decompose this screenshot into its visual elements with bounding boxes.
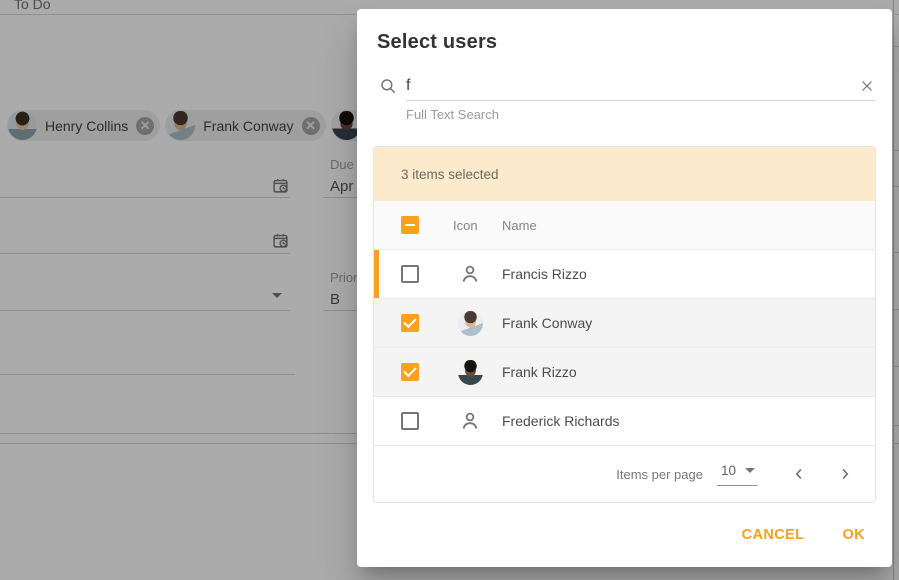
page-size-select[interactable]: 10 [717, 463, 757, 486]
table-header: Icon Name [374, 201, 875, 250]
search-input[interactable] [406, 77, 858, 95]
row-checkbox[interactable] [401, 314, 419, 332]
chevron-down-icon [745, 468, 755, 473]
user-list-card: 3 items selected Icon Name Francis Rizzo [373, 146, 876, 503]
cancel-button[interactable]: CANCEL [742, 527, 805, 543]
user-name: Frank Rizzo [494, 364, 577, 380]
dialog-footer: CANCEL OK [357, 503, 892, 567]
row-checkbox[interactable] [401, 363, 419, 381]
search-row [379, 71, 876, 101]
page-size-value: 10 [721, 463, 736, 478]
row-checkbox[interactable] [401, 265, 419, 283]
person-icon [458, 262, 482, 286]
user-name: Frank Conway [494, 315, 592, 331]
clear-search-icon[interactable] [858, 77, 876, 95]
select-users-dialog: Select users Full Text Search 3 items se… [357, 9, 892, 567]
items-per-page-label: Items per page [616, 467, 703, 482]
row-checkbox[interactable] [401, 412, 419, 430]
user-name: Frederick Richards [494, 413, 619, 429]
table-row[interactable]: Frank Conway [374, 299, 875, 348]
table-row[interactable]: Francis Rizzo [374, 250, 875, 299]
table-row[interactable]: Frederick Richards [374, 397, 875, 446]
previous-page-button[interactable] [787, 462, 811, 486]
select-all-checkbox[interactable] [401, 216, 419, 234]
column-header-icon: Icon [453, 218, 478, 233]
active-row-indicator [374, 250, 379, 298]
avatar [458, 311, 483, 336]
search-field [406, 71, 876, 101]
column-header-name: Name [494, 218, 537, 233]
search-icon [379, 77, 397, 95]
dialog-title: Select users [377, 31, 872, 54]
selection-count-banner: 3 items selected [374, 147, 875, 201]
ok-button[interactable]: OK [842, 527, 865, 543]
search-hint: Full Text Search [406, 107, 876, 122]
paginator: Items per page 10 [374, 446, 875, 502]
table-row[interactable]: Frank Rizzo [374, 348, 875, 397]
person-icon [458, 409, 482, 433]
user-name: Francis Rizzo [494, 266, 587, 282]
next-page-button[interactable] [833, 462, 857, 486]
avatar [458, 360, 483, 385]
